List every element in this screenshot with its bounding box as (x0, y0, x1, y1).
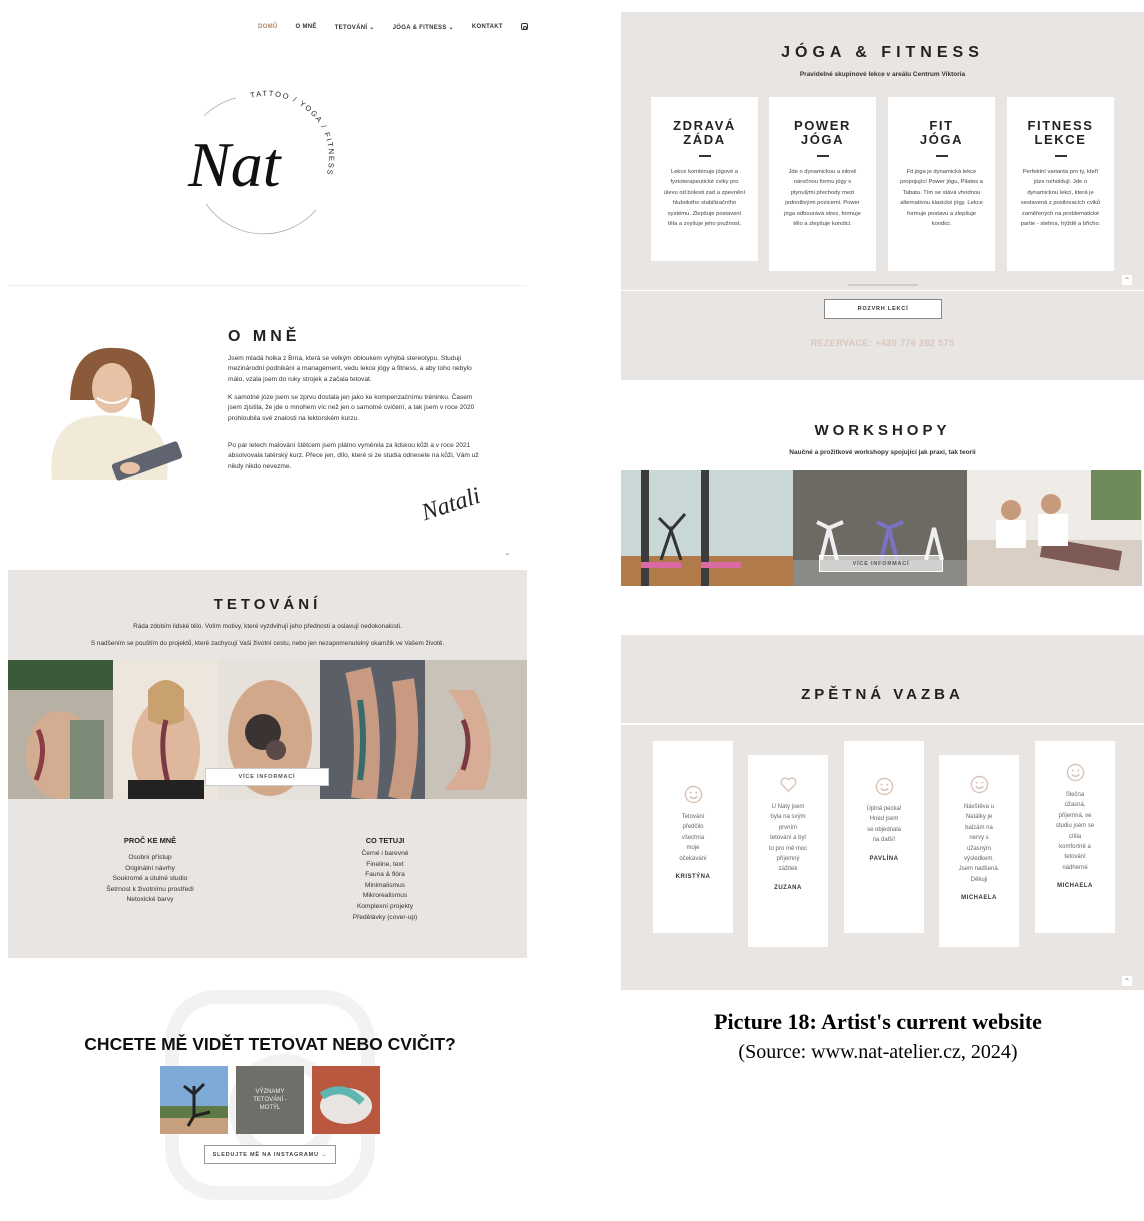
review-card: Tetování předčilo všechna moje očekávání… (653, 741, 733, 933)
yoga-title: JÓGA & FITNESS (781, 44, 984, 61)
about-paragraph-1: Jsem mladá holka z Brna, která se velkým… (228, 355, 472, 383)
instagram-icon[interactable] (520, 23, 528, 30)
figure-source: (Source: www.nat-atelier.cz, 2024) (738, 1041, 1018, 1063)
cta-title: CHCETE MĚ VIDĚT TETOVAT NEBO CVIČIT? (84, 1034, 456, 1054)
review-text: U Naty jsem byla na svým prvním tetování… (768, 804, 808, 873)
card-divider (935, 155, 948, 157)
nav-item-contact[interactable]: KONTAKT (472, 24, 503, 31)
divider (621, 723, 1144, 725)
carousel-scrollbar[interactable] (848, 284, 918, 286)
card-title-line2: LEKCE (1034, 132, 1087, 147)
instagram-follow-button[interactable]: SLEDUJTE MĚ NA INSTAGRAMU → (204, 1145, 336, 1164)
list-item: Šetrnost k životnímu prostředí (106, 885, 194, 893)
list-item: Osobní přístup (128, 854, 172, 861)
review-text: Tetování předčilo všechna moje očekávání (679, 814, 707, 862)
logo-script: Nat (187, 129, 283, 200)
workshops-title: WORKSHOPY (814, 422, 951, 439)
main-nav: DOMŮ O MNĚ TETOVÁNÍ ⌄ JÓGA & FITNESS ⌄ K… (258, 23, 528, 31)
signature-image: Natali (420, 483, 480, 527)
scroll-up-icon[interactable]: ⌃ (1122, 976, 1132, 986)
review-card: Návštěva u Natálky je balzám na nervy s … (939, 755, 1019, 947)
figure-caption: Picture 18: Artist's current website (714, 1009, 1042, 1034)
smile-icon (875, 777, 893, 796)
tattoo-title: TETOVÁNÍ (213, 596, 322, 613)
reservation-phone[interactable]: REZERVACE: +420 776 282 575 (621, 338, 1144, 348)
review-text: Návštěva u Natálky je balzám na nervy s … (958, 804, 1000, 883)
what-title: CO TETUJI (365, 836, 405, 845)
nav-item-yoga-fitness[interactable]: JÓGA & FITNESS ⌄ (393, 24, 454, 31)
heart-icon (779, 777, 797, 793)
workshops-more-info-button[interactable]: VÍCE INFORMACÍ (819, 555, 943, 572)
card-divider (816, 155, 829, 157)
about-paragraph-3: Po pár letech malování štětcem jsem plát… (228, 442, 479, 470)
nav-item-about[interactable]: O MNĚ (296, 24, 317, 31)
tattoo-more-info-button[interactable]: VÍCE INFORMACÍ (205, 768, 329, 786)
list-item: Černé i barevné (361, 850, 409, 857)
divider (8, 285, 526, 286)
card-divider (1054, 155, 1067, 157)
list-item: Originální návrhy (125, 864, 175, 872)
review-text: Úplná pecka! Hned jsem se objednala na d… (866, 806, 902, 844)
class-card-fitness[interactable]: FITNESS LEKCE Perfektní varianta pro ty, … (1007, 97, 1114, 271)
card-text: Lekce kombinuje jógové a fyzioterapeutic… (663, 169, 746, 228)
schedule-button[interactable]: ROZVRH LEKCÍ (824, 299, 942, 319)
what-list: Černé i barevné Fineline, text Fauna & f… (315, 849, 455, 923)
list-item: Fineline, text (366, 860, 404, 868)
review-text: Slečna úžasná, příjemná, ve studiu jsem … (1055, 792, 1095, 871)
review-author: ZUZANA (774, 884, 802, 891)
card-divider (698, 155, 711, 157)
review-author: PAVLÍNA (869, 855, 899, 862)
list-item: Soukromé a útulné studio (112, 875, 188, 883)
instagram-thumb-1[interactable] (160, 1066, 228, 1134)
review-card: Úplná pecka! Hned jsem se objednala na d… (844, 741, 924, 933)
scroll-up-icon[interactable]: ⌃ (504, 552, 511, 561)
signature-text: Natali (420, 483, 480, 527)
list-item: Předělávky (cover-up) (352, 913, 418, 921)
instagram-thumb-3[interactable] (312, 1066, 380, 1134)
list-item: Komplexní projekty (356, 902, 414, 910)
class-card-fit-yoga[interactable]: FIT JÓGA Fit jóga je dynamická lekce prop… (888, 97, 995, 271)
card-title-line2: JÓGA (919, 132, 964, 147)
tattoo-subtitle-1: Ráda zdobím lidské tělo. Volím motivy, k… (133, 623, 402, 630)
card-title-line2: JÓGA (800, 132, 845, 147)
portrait-image (51, 347, 183, 481)
list-item: Minimalismus (365, 881, 405, 889)
review-author: MICHAELA (1057, 883, 1093, 890)
scroll-up-icon[interactable]: ⌃ (1122, 275, 1132, 285)
card-title-line2: ZÁDA (683, 132, 726, 147)
list-item: Mikrorealismus (362, 892, 408, 900)
smile-icon (684, 785, 702, 804)
yoga-subtitle: Pravidelné skupinové lekce v areálu Cent… (799, 71, 966, 78)
tattoo-subtitle-2: S nadšením se pouštím do projektů, které… (90, 640, 445, 647)
instagram-thumb-2[interactable]: VÝZNAMY TETOVÁNÍ - MOTÝL (236, 1066, 304, 1134)
smile-icon (1066, 763, 1084, 782)
card-text: Perfektní varianta pro ty, kteří józe ne… (1020, 169, 1101, 228)
nav-item-home[interactable]: DOMŮ (258, 24, 278, 31)
list-item: Netoxické barvy (126, 896, 174, 904)
card-title-line1: FIT (929, 118, 954, 133)
card-title-line1: ZDRAVÁ (673, 118, 736, 133)
why-title: PROČ KE MNĚ (123, 836, 177, 845)
card-text: Fit jóga je dynamická lekce propojující … (900, 169, 983, 228)
card-text: Jde o dynamickou a silově náročnou formu… (784, 169, 861, 228)
feedback-title: ZPĚTNÁ VAZBA (801, 686, 964, 703)
class-card-healthy-back[interactable]: ZDRAVÁ ZÁDA Lekce kombinuje jógové a fyzi… (651, 97, 758, 261)
review-author: MICHAELA (961, 895, 997, 902)
review-card: U Naty jsem byla na svým prvním tetování… (748, 755, 828, 947)
review-card: Slečna úžasná, příjemná, ve studiu jsem … (1035, 741, 1115, 933)
smile-icon (970, 775, 988, 794)
nav-item-tattoo[interactable]: TETOVÁNÍ ⌄ (335, 24, 375, 31)
card-title-line1: FITNESS (1027, 118, 1094, 133)
divider (621, 290, 1144, 291)
brand-logo[interactable]: TATTOO / YOGA / FITNESS Nat (176, 86, 346, 236)
class-card-power-yoga[interactable]: POWER JÓGA Jde o dynamickou a silově náro… (769, 97, 876, 271)
card-title-line1: POWER (793, 118, 852, 133)
workshops-subtitle: Naučné a prožitkové workshopy spojující … (789, 449, 976, 456)
why-list: Osobní přístup Originální návrhy Soukrom… (80, 853, 220, 906)
about-paragraph-2: K samotné józe jsem se zprvu dostala jen… (228, 394, 475, 422)
about-title: O MNĚ (228, 328, 301, 345)
list-item: Fauna & flóra (365, 871, 405, 879)
review-author: KRISTÝNA (675, 874, 711, 881)
